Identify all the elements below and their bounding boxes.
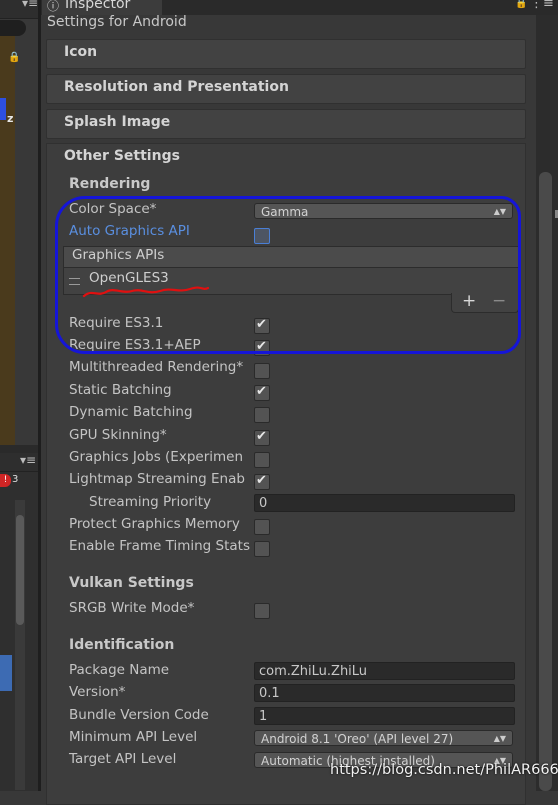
- watermark-text: https://blog.csdn.net/PhilAR666: [330, 762, 558, 778]
- panel-splitter[interactable]: [38, 0, 41, 791]
- gpu-skinning-checkbox[interactable]: [254, 429, 270, 446]
- dynamic-batching-label: Dynamic Batching: [69, 404, 193, 420]
- gizmo-axis-label: z: [7, 112, 14, 125]
- bundle-version-code-field[interactable]: 1: [254, 707, 515, 725]
- identification-header: Identification: [69, 637, 175, 653]
- annotation-underline: [82, 286, 210, 298]
- srgb-write-mode-checkbox[interactable]: [254, 603, 270, 619]
- minimum-api-level-value: Android 8.1 'Oreo' (API level 27): [261, 732, 454, 746]
- foldout-icon-label: Icon: [64, 44, 98, 60]
- static-batching-label: Static Batching: [69, 382, 172, 398]
- scene-view[interactable]: [0, 20, 15, 445]
- info-icon: ⓘ: [47, 0, 60, 13]
- lock-icon[interactable]: 🔒: [515, 0, 527, 9]
- streaming-priority-field[interactable]: 0: [254, 494, 515, 512]
- version-field[interactable]: 0.1: [254, 684, 515, 702]
- frame-timing-stats-label: Enable Frame Timing Stats: [69, 538, 250, 554]
- package-name-label: Package Name: [69, 662, 170, 678]
- package-name-field[interactable]: com.ZhiLu.ZhiLu: [254, 662, 515, 680]
- multithreaded-rendering-label: Multithreaded Rendering*: [69, 359, 244, 375]
- tab-menu-icon[interactable]: ⋮≡: [530, 0, 554, 11]
- dynamic-batching-checkbox[interactable]: [254, 407, 270, 423]
- static-batching-checkbox[interactable]: [254, 384, 270, 401]
- graphics-jobs-label: Graphics Jobs (Experimen: [69, 449, 244, 465]
- menu-icon[interactable]: ▾≡: [22, 0, 38, 10]
- lightmap-streaming-checkbox[interactable]: [254, 473, 270, 490]
- bundle-version-code-label: Bundle Version Code: [69, 707, 209, 723]
- multithreaded-rendering-checkbox[interactable]: [254, 363, 270, 379]
- lightmap-streaming-label: Lightmap Streaming Enab: [69, 471, 245, 487]
- foldout-other-settings[interactable]: Other Settings: [64, 148, 180, 164]
- gizmo-axis[interactable]: [0, 98, 6, 120]
- inspector-scroll-thumb[interactable]: [539, 172, 552, 791]
- dropdown-arrow-icon: ▲▼: [493, 734, 506, 743]
- gpu-skinning-label: GPU Skinning*: [69, 427, 167, 443]
- vulkan-header: Vulkan Settings: [69, 575, 194, 591]
- srgb-write-mode-label: SRGB Write Mode*: [69, 600, 195, 616]
- graphics-jobs-checkbox[interactable]: [254, 452, 270, 468]
- lock-icon: 🔒: [8, 52, 21, 63]
- annotation-highlight-box: [55, 196, 521, 354]
- rendering-header: Rendering: [69, 176, 151, 192]
- frame-timing-stats-checkbox[interactable]: [254, 541, 270, 557]
- target-api-level-label: Target API Level: [69, 751, 177, 767]
- panel-divider: [0, 445, 38, 453]
- selected-log-row[interactable]: [0, 655, 12, 691]
- tab-inspector-label: Inspector: [65, 0, 131, 12]
- streaming-priority-label: Streaming Priority: [89, 494, 212, 510]
- foldout-resolution-label: Resolution and Presentation: [64, 79, 289, 95]
- protect-graphics-memory-label: Protect Graphics Memory: [69, 516, 240, 532]
- console-scroll-thumb[interactable]: [16, 515, 24, 625]
- scene-search-field[interactable]: [0, 20, 26, 36]
- minimum-api-level-label: Minimum API Level: [69, 729, 198, 745]
- version-label: Version*: [69, 684, 126, 700]
- foldout-splash-label: Splash Image: [64, 114, 171, 130]
- page-title: Settings for Android: [47, 14, 187, 30]
- minimum-api-level-dropdown[interactable]: Android 8.1 'Oreo' (API level 27) ▲▼: [254, 730, 513, 746]
- menu-icon[interactable]: ▾≡: [20, 453, 36, 467]
- foldout-icon-section[interactable]: [46, 39, 526, 69]
- protect-graphics-memory-checkbox[interactable]: [254, 519, 270, 535]
- error-icon[interactable]: !: [0, 474, 11, 487]
- error-count: 3: [12, 474, 19, 485]
